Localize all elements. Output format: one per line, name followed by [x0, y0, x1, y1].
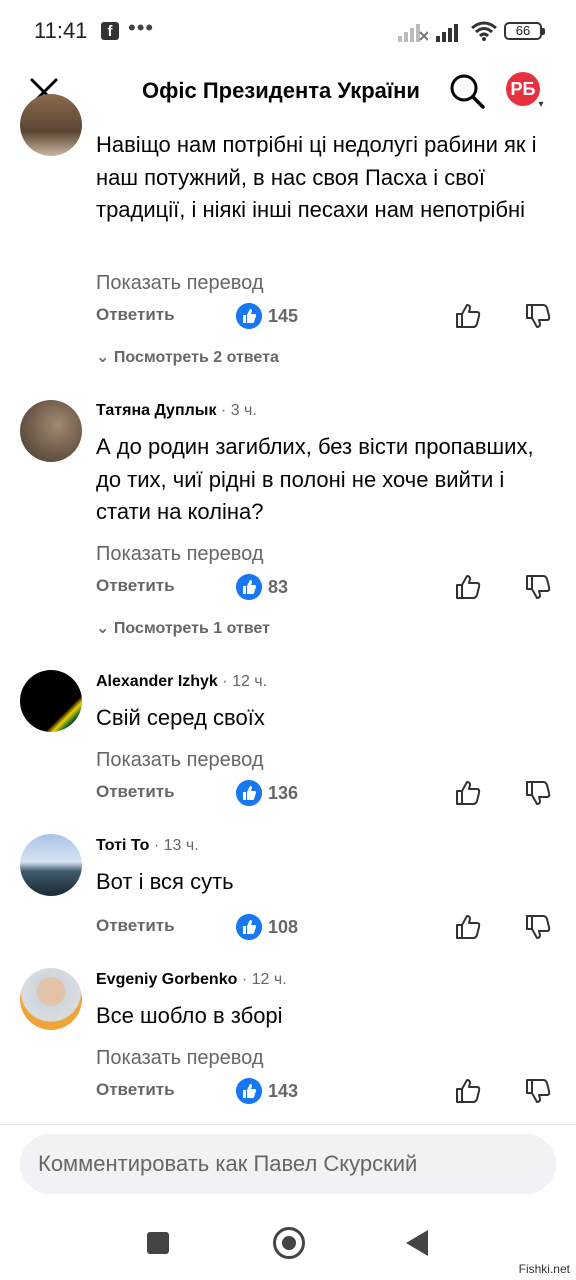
separator: ·: [220, 402, 231, 419]
search-icon[interactable]: [448, 72, 486, 110]
facebook-notification-icon: f: [101, 22, 119, 40]
avatar: [20, 670, 82, 732]
like-icon: [236, 914, 262, 940]
comment-input[interactable]: Комментировать как Павел Скурский: [20, 1134, 556, 1194]
signal-icon: [436, 24, 458, 42]
avatar: [20, 834, 82, 896]
profile-menu-button[interactable]: РБ ▾: [506, 72, 548, 112]
view-replies-link[interactable]: ⌄ Посмотреть 2 ответа: [96, 347, 279, 367]
comment-author[interactable]: Тоті То: [96, 837, 149, 854]
comment-time: 12 ч.: [232, 673, 268, 690]
comment-input-placeholder: Комментировать как Павел Скурский: [38, 1151, 418, 1176]
view-replies-link[interactable]: ⌄ Посмотреть 1 ответ: [96, 618, 270, 638]
comment-text: Все шобло в зборі: [96, 1003, 283, 1028]
comment-meta: Alexander Izhyk · 12 ч.: [96, 673, 267, 691]
reply-button[interactable]: Ответить: [96, 782, 175, 802]
view-replies-label: Посмотреть 2 ответа: [113, 349, 279, 366]
back-button[interactable]: [406, 1230, 428, 1256]
home-button[interactable]: [273, 1227, 305, 1259]
comment-time: 3 ч.: [230, 402, 257, 419]
thumbs-up-icon[interactable]: [454, 913, 482, 941]
reply-button[interactable]: Ответить: [96, 576, 175, 596]
comment-text: Навіщо нам потрібні ці недолугі рабини я…: [96, 132, 537, 222]
battery-icon: 66: [504, 22, 545, 40]
like-count-value: 143: [268, 1081, 299, 1101]
like-count-value: 83: [268, 577, 289, 597]
separator: ·: [222, 673, 233, 690]
comment-text: Вот і вся суть: [96, 869, 234, 894]
thumbs-down-icon[interactable]: [524, 913, 552, 941]
comment-author[interactable]: Evgeniy Gorbenko: [96, 971, 237, 988]
app-header: Офіс Президента України РБ ▾: [0, 62, 576, 120]
separator: ·: [241, 971, 252, 988]
comment-time: 13 ч.: [163, 837, 199, 854]
thumbs-down-icon[interactable]: [524, 1077, 552, 1105]
like-count-value: 145: [268, 306, 299, 326]
wifi-icon: [471, 21, 497, 41]
comment-meta: Тоті То · 13 ч.: [96, 837, 199, 855]
comment-meta: Evgeniy Gorbenko · 12 ч.: [96, 971, 287, 989]
reply-button[interactable]: Ответить: [96, 1080, 175, 1100]
thumbs-up-icon[interactable]: [454, 302, 482, 330]
thumbs-down-icon[interactable]: [524, 779, 552, 807]
like-icon: [236, 780, 262, 806]
show-translation-link[interactable]: Показать перевод: [96, 749, 264, 772]
signal-icon: [398, 24, 428, 42]
like-icon: [236, 303, 262, 329]
comment-text: А до родин загиблих, без вісти пропавших…: [96, 434, 534, 524]
watermark: Fishki.net: [518, 1262, 570, 1276]
avatar: [20, 94, 82, 156]
status-bar: 11:41 f ••• 66: [0, 0, 576, 62]
avatar: [20, 968, 82, 1030]
show-translation-link[interactable]: Показать перевод: [96, 1047, 264, 1070]
like-icon: [236, 1078, 262, 1104]
reply-button[interactable]: Ответить: [96, 916, 175, 936]
comment-author[interactable]: Alexander Izhyk: [96, 673, 218, 690]
comment-text: Свій серед своїх: [96, 705, 265, 730]
thumbs-up-icon[interactable]: [454, 1077, 482, 1105]
divider: [0, 1124, 576, 1125]
separator: ·: [153, 837, 164, 854]
thumbs-down-icon[interactable]: [524, 573, 552, 601]
view-replies-label: Посмотреть 1 ответ: [113, 620, 270, 637]
chevron-down-icon: ⌄: [96, 620, 114, 637]
comment-author[interactable]: Татяна Дуплык: [96, 402, 216, 419]
recent-apps-button[interactable]: [147, 1232, 169, 1254]
avatar: [20, 400, 82, 462]
show-translation-link[interactable]: Показать перевод: [96, 543, 264, 566]
thumbs-up-icon[interactable]: [454, 779, 482, 807]
page-title: Офіс Президента України: [142, 78, 420, 103]
more-notifications-icon: •••: [128, 15, 155, 40]
chevron-down-icon: ▾: [534, 98, 548, 112]
clock: 11:41: [34, 18, 88, 43]
like-count-value: 136: [268, 783, 299, 803]
like-count-value: 108: [268, 917, 299, 937]
thumbs-up-icon[interactable]: [454, 573, 482, 601]
reply-button[interactable]: Ответить: [96, 305, 175, 325]
comment-meta: Татяна Дуплык · 3 ч.: [96, 402, 257, 420]
system-nav-bar: [0, 1200, 576, 1280]
comment-time: 12 ч.: [251, 971, 287, 988]
thumbs-down-icon[interactable]: [524, 302, 552, 330]
show-translation-link[interactable]: Показать перевод: [96, 272, 264, 295]
like-icon: [236, 574, 262, 600]
chevron-down-icon: ⌄: [96, 349, 114, 366]
